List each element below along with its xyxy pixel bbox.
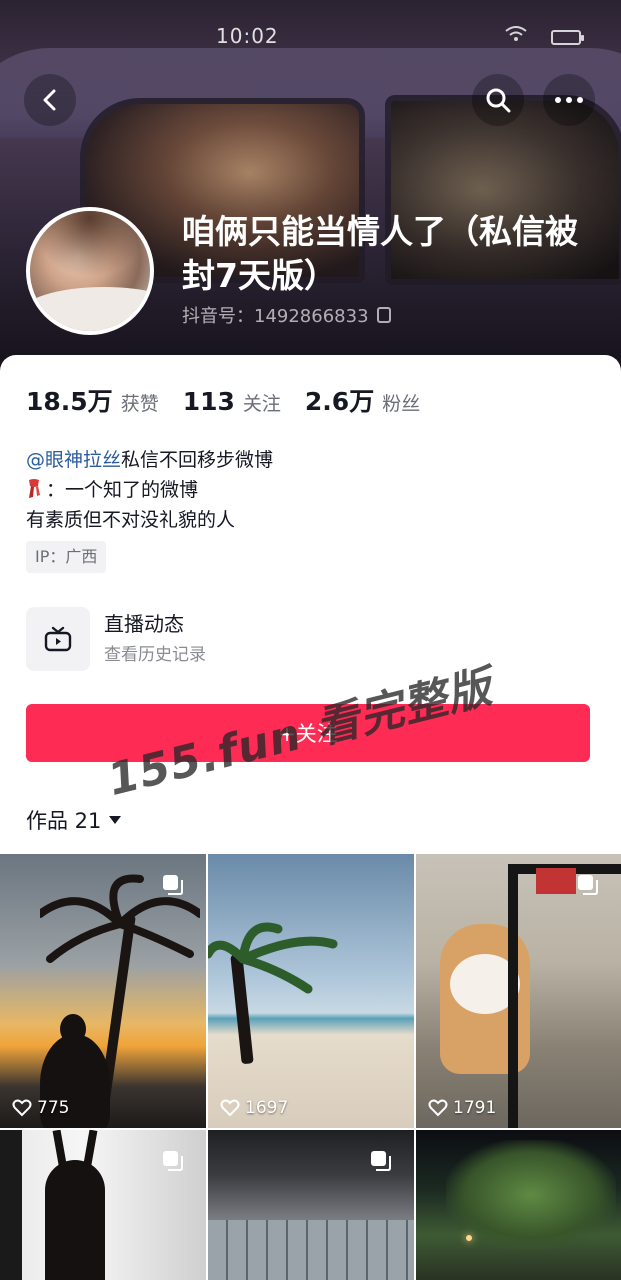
profile-nickname: 咱俩只能当情人了（私信被封7天版） — [182, 212, 578, 295]
stat-likes[interactable]: 18.5万 获赞 — [26, 382, 159, 418]
stat-label: 获赞 — [120, 393, 159, 415]
works-tab[interactable]: 作品 21 — [26, 805, 122, 835]
status-time: 10:02 — [216, 24, 279, 48]
multi-image-icon — [163, 1151, 183, 1171]
multi-image-icon — [578, 875, 598, 895]
bio-mention-link[interactable]: @眼神拉丝 — [26, 449, 121, 471]
douyin-id-row[interactable]: 抖音号：1492866833 — [182, 302, 391, 328]
like-count-text: 775 — [37, 1098, 70, 1118]
post-tile[interactable]: 775 — [0, 854, 206, 1128]
chevron-down-icon — [109, 816, 122, 824]
post-tile[interactable] — [0, 1130, 206, 1280]
profile-bio: @眼神拉丝私信不回移步微博 ：一个知了的微博 有素质但不对没礼貌的人 — [26, 445, 273, 535]
live-text: 直播动态 查看历史记录 — [104, 610, 206, 668]
more-icon — [555, 97, 583, 103]
search-button[interactable] — [472, 74, 524, 126]
back-button[interactable] — [24, 74, 76, 126]
wifi-icon — [505, 26, 527, 47]
works-tab-label: 作品 21 — [26, 809, 102, 833]
search-icon — [486, 88, 511, 113]
post-like-count: 775 — [12, 1098, 69, 1118]
stat-label: 关注 — [242, 393, 281, 415]
scarf-icon — [29, 479, 40, 498]
live-title: 直播动态 — [104, 612, 184, 636]
multi-image-icon — [371, 1151, 391, 1171]
back-icon — [43, 89, 56, 111]
stat-value: 18.5万 — [26, 387, 113, 416]
battery-icon — [551, 30, 584, 45]
heart-icon — [220, 1099, 240, 1117]
live-icon-box — [26, 607, 90, 671]
live-history-entry[interactable]: 直播动态 查看历史记录 — [26, 606, 206, 672]
live-tv-icon — [44, 626, 72, 652]
stats-row: 18.5万 获赞 113 关注 2.6万 粉丝 — [26, 382, 420, 418]
stat-value: 2.6万 — [304, 387, 375, 416]
douyin-id-text: 抖音号：1492866833 — [182, 306, 369, 327]
posts-grid: 775 1697 1791 — [0, 854, 621, 1280]
post-tile[interactable]: 1791 — [416, 854, 621, 1128]
like-count-text: 1791 — [453, 1098, 497, 1118]
post-tile[interactable] — [208, 1130, 414, 1280]
copy-icon[interactable] — [376, 307, 391, 323]
like-count-text: 1697 — [245, 1098, 289, 1118]
live-subtitle: 查看历史记录 — [104, 645, 206, 665]
post-tile[interactable]: 1697 — [208, 854, 414, 1128]
post-like-count: 1791 — [428, 1098, 496, 1118]
stat-followers[interactable]: 2.6万 粉丝 — [305, 382, 420, 418]
status-bar: 10:02 — [0, 22, 621, 52]
bio-line-1: @眼神拉丝私信不回移步微博 — [26, 445, 273, 475]
bio-line-2: ：一个知了的微博 — [26, 475, 273, 505]
avatar[interactable] — [26, 207, 154, 335]
heart-icon — [428, 1099, 448, 1117]
stat-value: 113 — [182, 387, 235, 416]
bio-line-3: 有素质但不对没礼貌的人 — [26, 509, 236, 531]
post-like-count: 1697 — [220, 1098, 288, 1118]
ip-location-tag: IP：广西 — [26, 541, 107, 573]
stat-following[interactable]: 113 关注 — [183, 387, 281, 416]
heart-icon — [12, 1099, 32, 1117]
bio-line-1-text: 私信不回移步微博 — [121, 449, 274, 471]
post-tile[interactable] — [416, 1130, 621, 1280]
bio-line-2-text: ：一个知了的微博 — [46, 479, 199, 501]
multi-image-icon — [163, 875, 183, 895]
more-button[interactable] — [543, 74, 595, 126]
stat-label: 粉丝 — [382, 393, 421, 415]
